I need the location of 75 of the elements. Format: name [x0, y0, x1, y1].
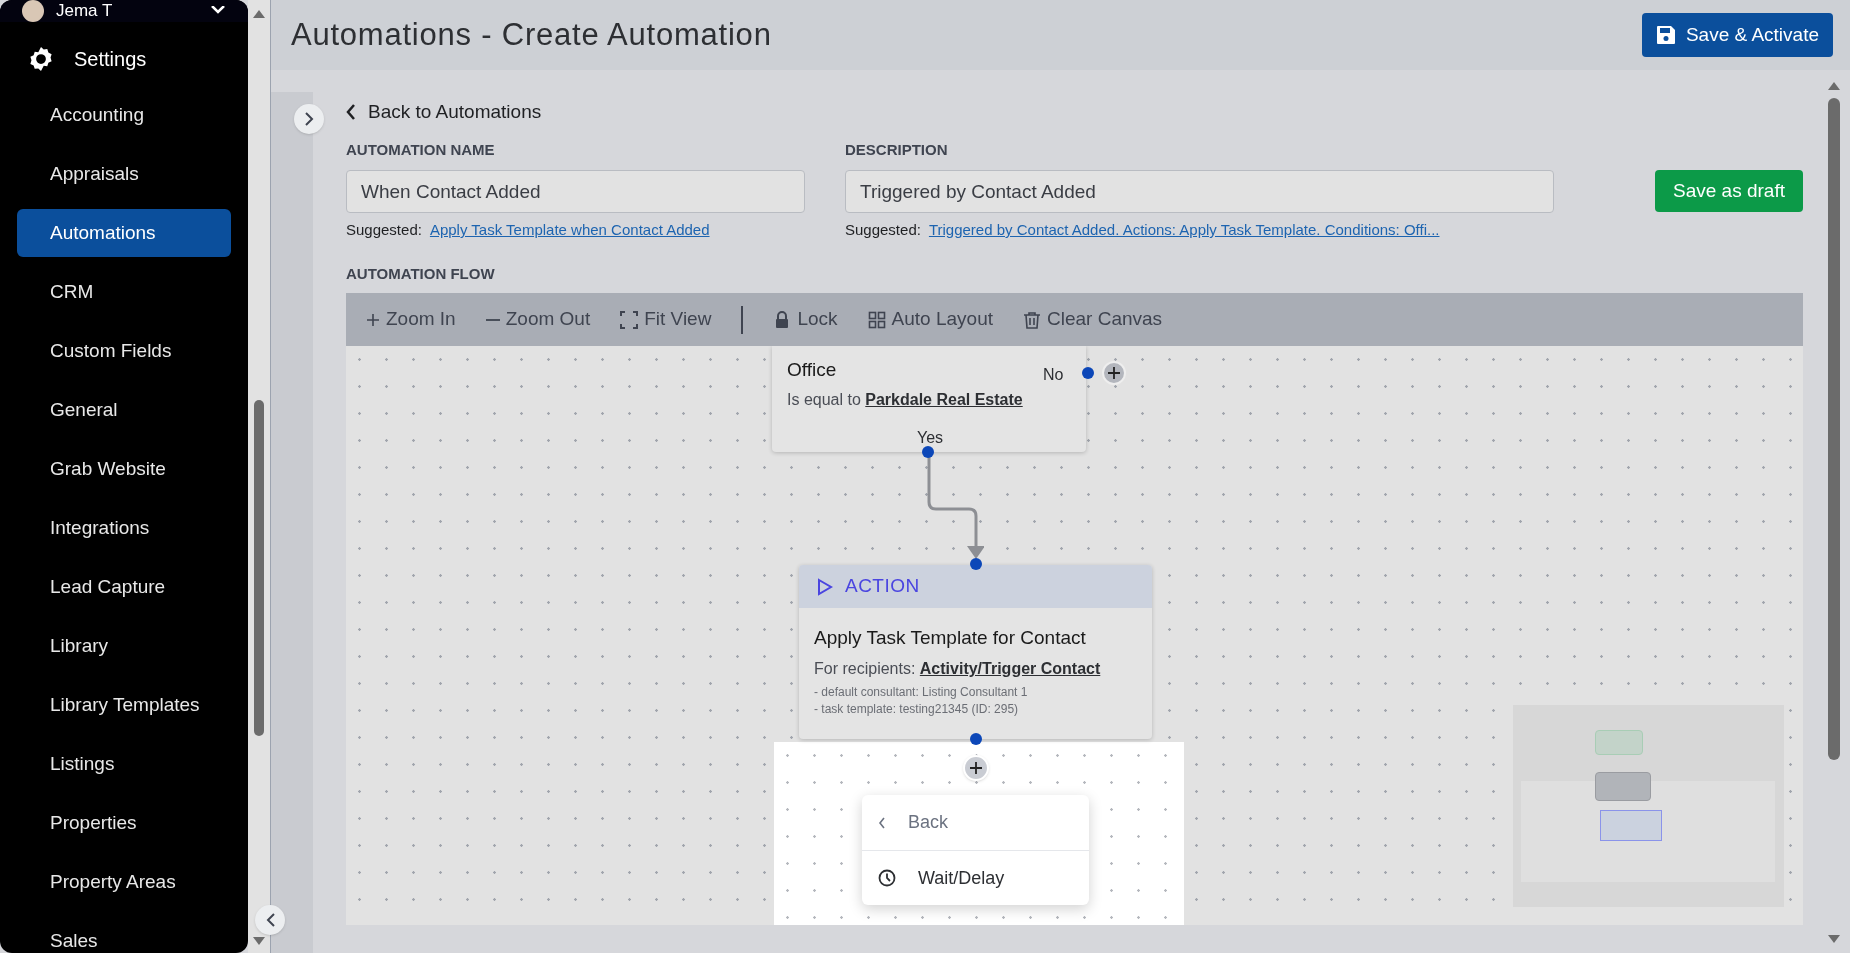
node-header: ACTION: [799, 565, 1152, 608]
save-draft-button[interactable]: Save as draft: [1655, 170, 1803, 212]
sidebar-item[interactable]: Accounting: [17, 91, 231, 139]
condition-node[interactable]: Office Is equal to Parkdale Real Estate Yes No: [772, 346, 1086, 452]
sidebar-item[interactable]: Lead Capture: [17, 563, 231, 611]
plus-icon: [1108, 367, 1120, 379]
sidebar-item[interactable]: General: [17, 386, 231, 434]
chevron-left-icon: [265, 913, 275, 927]
chevron-left-icon: [346, 104, 356, 120]
toolbar-button[interactable]: Zoom Out: [485, 305, 591, 334]
sidebar-item[interactable]: Library Templates: [17, 681, 231, 729]
toolbar-button[interactable]: Auto Layout: [867, 305, 993, 334]
suggested-label: Suggested:: [346, 221, 422, 239]
avatar-icon: [22, 0, 44, 22]
condition-text: Is equal to Parkdale Real Estate: [787, 390, 1023, 410]
menu-item[interactable]: Back: [862, 795, 1089, 850]
section-label: AUTOMATION FLOW: [346, 265, 496, 283]
minimap-node: [1595, 772, 1651, 801]
expand-panel-button[interactable]: [294, 104, 324, 134]
trash-icon: [1023, 310, 1041, 329]
scroll-up-icon[interactable]: [253, 10, 265, 18]
scroll-up-icon[interactable]: [1828, 82, 1840, 90]
sidebar-item[interactable]: CRM: [17, 268, 231, 316]
grid-icon: [867, 310, 886, 329]
scroll-down-icon[interactable]: [253, 937, 265, 945]
yes-label: Yes: [917, 428, 944, 448]
toolbar-button[interactable]: Clear Canvas: [1023, 305, 1163, 334]
sidebar-item[interactable]: Library: [17, 622, 231, 670]
page-title: Automations - Create Automation: [291, 15, 772, 54]
toolbar-button[interactable]: Zoom In: [366, 305, 456, 334]
menu-item[interactable]: Wait/Delay: [862, 850, 1089, 905]
node-title: Apply Task Template for Contact: [814, 626, 1087, 650]
no-label: No: [1043, 365, 1064, 385]
suggestion-link[interactable]: Triggered by Contact Added. Actions: Apply Task Template. Conditions: Offi...: [928, 221, 1440, 239]
minimap-node: [1600, 810, 1662, 841]
plus-icon: [366, 312, 380, 327]
suggested-label: Suggested:: [845, 221, 921, 239]
node-title: Office: [787, 358, 837, 382]
settings-icon: [28, 46, 54, 72]
field-label: AUTOMATION NAME: [346, 141, 496, 159]
field-label: DESCRIPTION: [845, 141, 949, 159]
scrollbar-thumb[interactable]: [1828, 98, 1840, 760]
sidebar-item[interactable]: Automations: [17, 209, 231, 257]
detail-text: - default consultant: Listing Consultant 1: [814, 684, 1029, 701]
detail-text: - task template: testing21345 (ID: 295): [814, 701, 1020, 718]
back-link[interactable]: Back to Automations: [346, 100, 1803, 124]
scroll-down-icon[interactable]: [1828, 935, 1840, 943]
chevron-right-icon: [304, 112, 314, 126]
sidebar-item[interactable]: Property Areas: [17, 858, 231, 906]
sidebar-item[interactable]: Grab Website: [17, 445, 231, 493]
suggestion-link[interactable]: Apply Task Template when Contact Added: [429, 221, 710, 239]
sidebar-item[interactable]: Properties: [17, 799, 231, 847]
sidebar-item[interactable]: Custom Fields: [17, 327, 231, 375]
scrollbar-thumb[interactable]: [254, 400, 264, 736]
chevron-down-icon[interactable]: [210, 6, 226, 16]
name-input-field[interactable]: When Contact Added: [346, 170, 805, 213]
sidebar-item[interactable]: Sales: [17, 917, 231, 953]
play-icon: [817, 577, 833, 596]
minus-icon: [485, 318, 500, 321]
toolbar-button[interactable]: Lock: [773, 305, 838, 334]
action-node[interactable]: ACTION Apply Task Template for Contact For recipients: Activity/Trigger Contact - default consultant: Listing Consultant 1 - task template: testing21345 (ID: 295): [799, 565, 1152, 739]
sidebar-item[interactable]: Integrations: [17, 504, 231, 552]
recipients-text: For recipients: Activity/Trigger Contact: [814, 659, 1102, 679]
minimap-node: [1595, 730, 1643, 755]
description-input-field[interactable]: Triggered by Contact Added: [845, 170, 1554, 213]
add-branch-button[interactable]: [1102, 361, 1126, 385]
clock-icon: [878, 869, 896, 887]
save-activate-button[interactable]: Save & Activate: [1641, 13, 1833, 57]
plus-icon: [970, 762, 982, 774]
section-title: Settings: [74, 47, 147, 72]
sidebar-item[interactable]: Listings: [17, 740, 231, 788]
toolbar-button[interactable]: Fit View: [620, 305, 712, 334]
sidebar-item[interactable]: Appraisals: [17, 150, 231, 198]
chevron-left-icon: [878, 816, 886, 829]
fit-view-icon: [620, 310, 639, 329]
